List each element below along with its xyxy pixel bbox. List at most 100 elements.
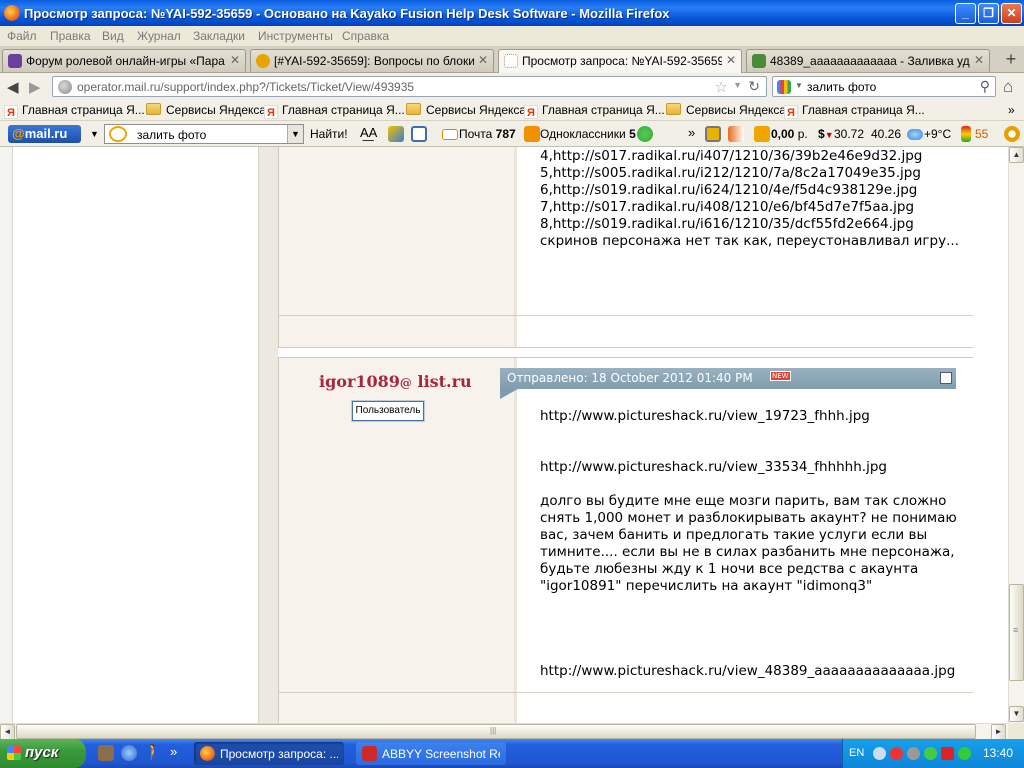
post-options-icon[interactable]: [940, 372, 952, 384]
settings-gear-icon[interactable]: [1004, 126, 1020, 142]
scroll-up-button[interactable]: ▲: [1009, 147, 1024, 163]
vertical-scrollbar[interactable]: ▲ ≡ ▼: [1008, 147, 1024, 723]
zoom-icon[interactable]: [411, 126, 427, 142]
quicklaunch-more-button[interactable]: »: [170, 744, 177, 759]
address-bar[interactable]: operator.mail.ru/support/index.php?/Tick…: [52, 76, 767, 97]
search-input[interactable]: залить фото: [807, 80, 876, 94]
find-button[interactable]: Найти!: [310, 127, 348, 141]
new-tab-button[interactable]: +: [1000, 49, 1022, 69]
tab-label: Просмотр запроса: №YAI-592-35659 - ...: [522, 54, 722, 68]
menu-edit[interactable]: Правка: [50, 29, 91, 43]
post-text-line: 7,http://s017.radikal.ru/i408/1210/e6/bf…: [540, 199, 915, 215]
attachment-link[interactable]: http://www.pictureshack.ru/view_48389_aa…: [540, 663, 955, 679]
mailru-search-box[interactable]: залить фото ▼: [104, 124, 304, 144]
start-button[interactable]: пуск: [0, 739, 86, 768]
scroll-left-button[interactable]: ◄: [0, 724, 15, 740]
search-box[interactable]: ▼ залить фото ⚲: [772, 76, 996, 97]
tray-clock[interactable]: 13:40: [983, 746, 1013, 760]
url-text[interactable]: operator.mail.ru/support/index.php?/Tick…: [77, 80, 414, 94]
home-icon[interactable]: ⌂: [1003, 77, 1013, 97]
mailru-search-input[interactable]: залить фото: [137, 128, 206, 142]
font-size-icon[interactable]: A͟A: [360, 125, 377, 140]
bookmark-yandex-home[interactable]: Я Главная страница Я...: [264, 103, 405, 119]
mail-counter[interactable]: Почта 787: [459, 127, 516, 141]
horizontal-scrollbar[interactable]: ◄ ||| ►: [0, 723, 1008, 740]
taskbar-item-abbyy[interactable]: ABBYY Screenshot Re...: [356, 742, 506, 765]
usd-rate[interactable]: 30.72: [834, 127, 864, 141]
traffic-score[interactable]: 55: [975, 127, 988, 141]
url-dropdown-icon[interactable]: ▼: [733, 80, 742, 90]
folder-icon: [666, 103, 681, 115]
agent-icon[interactable]: [637, 126, 653, 142]
radio-icon[interactable]: [705, 126, 721, 142]
search-icon: [109, 126, 127, 142]
menu-bookmarks[interactable]: Закладки: [193, 29, 245, 43]
tab-close-icon[interactable]: ✕: [974, 53, 984, 67]
tray-antivirus-icon[interactable]: [890, 747, 903, 760]
odnoklassniki-counter[interactable]: Одноклассники 5: [540, 127, 636, 141]
bookmark-yandex-services[interactable]: Сервисы Яндекса: [666, 103, 786, 117]
tray-settings-icon[interactable]: [907, 747, 920, 760]
menu-history[interactable]: Журнал: [137, 29, 181, 43]
quicklaunch-browser-icon[interactable]: [121, 745, 137, 761]
quicklaunch-figure-icon[interactable]: 🚶: [144, 745, 163, 761]
language-indicator[interactable]: EN: [849, 747, 864, 759]
scroll-down-button[interactable]: ▼: [1009, 706, 1024, 722]
horizontal-scroll-thumb[interactable]: |||: [16, 724, 976, 739]
tray-network-icon[interactable]: [873, 747, 886, 760]
bookmark-yandex-home[interactable]: Я Главная страница Я...: [524, 103, 665, 119]
bookmark-yandex-home[interactable]: Я Главная страница Я...: [784, 103, 925, 119]
attachment-link[interactable]: http://www.pictureshack.ru/view_19723_fh…: [540, 408, 870, 424]
search-dropdown-icon[interactable]: ▼: [287, 125, 303, 143]
tray-recorder-icon[interactable]: [941, 747, 954, 760]
tab-ticket-view[interactable]: Просмотр запроса: №YAI-592-35659 - ... ✕: [498, 49, 742, 73]
reload-icon[interactable]: ↻: [748, 78, 760, 95]
menu-view[interactable]: Вид: [102, 29, 124, 43]
vertical-scroll-thumb[interactable]: ≡: [1009, 584, 1024, 681]
menu-file[interactable]: Файл: [7, 29, 37, 43]
bookmark-yandex-home[interactable]: Я Главная страница Я...: [4, 103, 145, 119]
bookmark-yandex-services[interactable]: Сервисы Яндекса: [406, 103, 526, 117]
bookmark-yandex-services[interactable]: Сервисы Яндекса: [146, 103, 266, 117]
eur-rate[interactable]: 40.26: [871, 127, 901, 141]
tab-close-icon[interactable]: ✕: [230, 53, 240, 67]
odnoklassniki-icon: [524, 126, 540, 142]
bookmark-star-icon[interactable]: ☆: [715, 78, 728, 96]
user-role-button[interactable]: Пользователь: [352, 401, 424, 421]
window-title: Просмотр запроса: №YAI-592-35659 - Основ…: [24, 6, 670, 21]
wallet-balance[interactable]: 0,00 р.: [771, 127, 808, 141]
close-window-button[interactable]: ✕: [1001, 3, 1022, 24]
weather-temperature[interactable]: +9°C: [924, 127, 951, 141]
tray-check-icon[interactable]: [924, 747, 937, 760]
search-icon[interactable]: ⚲: [980, 78, 990, 95]
scroll-right-button[interactable]: ►: [991, 724, 1006, 740]
back-arrow-icon[interactable]: ◀: [7, 78, 19, 96]
menu-tools[interactable]: Инструменты: [258, 29, 333, 43]
tray-agent-icon[interactable]: [958, 747, 971, 760]
tab-forum[interactable]: Форум ролевой онлайн-игры «Пара Па... ✕: [2, 49, 246, 72]
tab-ticket-email[interactable]: [#YAI-592-35659]: Вопросы по блокир... ✕: [250, 49, 494, 72]
post-author-email[interactable]: igor1089@ list.ru: [319, 372, 472, 391]
maximize-button[interactable]: ❐: [978, 3, 999, 24]
bookmarks-overflow-button[interactable]: »: [1008, 103, 1015, 117]
engine-dropdown-icon[interactable]: ▼: [795, 81, 803, 90]
taskbar-item-firefox[interactable]: Просмотр запроса: ...: [194, 742, 344, 765]
tab-image-upload[interactable]: 48389_ааааааааааааа - Заливка уда... ✕: [746, 49, 990, 72]
minimize-button[interactable]: _: [955, 3, 976, 24]
tab-close-icon[interactable]: ✕: [478, 53, 488, 67]
tab-close-icon[interactable]: ✕: [726, 53, 736, 67]
highlight-icon[interactable]: [388, 126, 404, 142]
mailru-menu-dropdown-icon[interactable]: ▼: [90, 129, 99, 139]
forward-arrow-icon[interactable]: ▶: [29, 78, 41, 96]
quicklaunch-app-icon[interactable]: [98, 745, 114, 761]
window-titlebar[interactable]: Просмотр запроса: №YAI-592-35659 - Основ…: [0, 0, 1024, 26]
menu-help[interactable]: Справка: [342, 29, 389, 43]
mailru-logo[interactable]: @mail.ru: [8, 125, 81, 143]
post-message-line: "igor10891" перечислить на акаунт "idimo…: [540, 578, 873, 594]
page-content: 4,http://s017.radikal.ru/i407/1210/36/39…: [0, 147, 1008, 723]
google-icon[interactable]: [777, 80, 791, 94]
toolbar-overflow-button[interactable]: »: [688, 125, 695, 140]
helpdesk-sidebar: [13, 147, 258, 723]
music-icon[interactable]: [728, 126, 744, 142]
attachment-link[interactable]: http://www.pictureshack.ru/view_33534_fh…: [540, 459, 887, 475]
